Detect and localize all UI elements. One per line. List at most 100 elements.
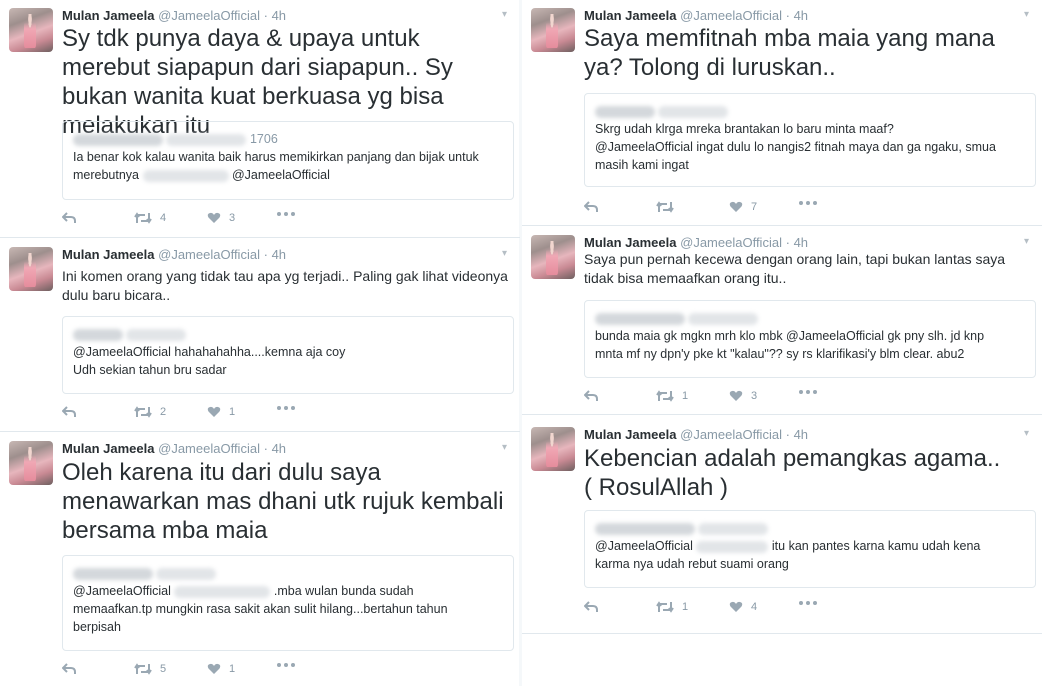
tweet-header: Mulan Jameela @JameelaOfficial · 4h (62, 247, 286, 262)
quoted-tweet[interactable]: @JameelaOfficial hahahahahha....kemna aj… (62, 316, 514, 394)
timestamp[interactable]: 4h (794, 8, 808, 23)
like-button[interactable]: 3 (729, 390, 757, 402)
author-handle[interactable]: @JameelaOfficial (158, 247, 260, 262)
tweet-text: Ini komen orang yang tidak tau apa yg te… (62, 268, 508, 303)
quoted-text: memaafkan.tp mungkin rasa sakit akan sul… (73, 602, 448, 616)
quoted-tweet[interactable]: @JameelaOfficial .mba wulan bunda sudah … (62, 555, 514, 651)
retweet-button[interactable]: 1 (656, 601, 688, 613)
tweet[interactable]: Mulan Jameela @JameelaOfficial · 4h ▾ Sa… (522, 227, 1042, 415)
author-handle[interactable]: @JameelaOfficial (680, 8, 782, 23)
more-button[interactable] (277, 663, 295, 667)
retweet-count: 1 (682, 601, 689, 613)
quoted-mention[interactable]: @JameelaOfficial (73, 584, 171, 598)
quoted-header: 1706 (73, 130, 503, 148)
author-handle[interactable]: @JameelaOfficial (158, 441, 260, 456)
reply-button[interactable] (584, 601, 598, 613)
timestamp[interactable]: 4h (794, 427, 808, 442)
more-button[interactable] (277, 212, 295, 216)
tweet[interactable]: Mulan Jameela @JameelaOfficial · 4h ▾ In… (0, 239, 520, 432)
reply-button[interactable] (62, 663, 76, 675)
avatar[interactable] (531, 235, 575, 279)
more-button[interactable] (799, 601, 817, 605)
reply-button[interactable] (584, 201, 598, 213)
author-name[interactable]: Mulan Jameela (584, 8, 677, 23)
blurred-name (73, 133, 163, 146)
caret-icon[interactable]: ▾ (502, 10, 512, 20)
like-button[interactable]: 1 (207, 406, 235, 418)
retweet-button[interactable]: 4 (134, 212, 166, 224)
like-button[interactable]: 3 (207, 212, 235, 224)
retweet-count: 1 (682, 390, 689, 402)
like-button[interactable]: 1 (207, 663, 235, 675)
tweet[interactable]: Mulan Jameela @JameelaOfficial · 4h ▾ Sy… (0, 0, 520, 238)
retweet-button[interactable]: 1 (656, 390, 688, 402)
quoted-mention[interactable]: @JameelaOfficial (232, 168, 330, 182)
quoted-tweet[interactable]: @JameelaOfficial itu kan pantes karna ka… (584, 510, 1036, 588)
heart-icon (207, 406, 221, 417)
author-name[interactable]: Mulan Jameela (584, 235, 677, 250)
retweet-button[interactable]: 2 (134, 406, 166, 418)
more-icon (799, 601, 817, 605)
retweet-button[interactable]: 5 (134, 663, 166, 675)
quoted-tweet[interactable]: bunda maia gk mgkn mrh klo mbk @JameelaO… (584, 300, 1036, 378)
quoted-mention[interactable]: @JameelaOfficial (595, 539, 693, 553)
like-button[interactable]: 4 (729, 601, 757, 613)
avatar[interactable] (531, 427, 575, 471)
blurred-name (73, 328, 123, 341)
more-button[interactable] (799, 390, 817, 394)
like-button[interactable]: 7 (729, 201, 757, 213)
timestamp[interactable]: 4h (794, 235, 808, 250)
reply-button[interactable] (62, 406, 76, 418)
tweet-actions: 1 4 (584, 601, 1034, 617)
caret-icon[interactable]: ▾ (1024, 429, 1034, 439)
reply-button[interactable] (62, 212, 76, 224)
tweet-actions: 1 3 (584, 390, 1034, 406)
blurred-name (595, 312, 685, 325)
caret-icon[interactable]: ▾ (1024, 237, 1034, 247)
author-name[interactable]: Mulan Jameela (584, 427, 677, 442)
tweet-text: Saya memfitnah mba maia yang mana ya? To… (584, 25, 995, 81)
tweet[interactable]: Mulan Jameela @JameelaOfficial · 4h ▾ Ke… (522, 419, 1042, 634)
timestamp[interactable]: 4h (272, 247, 286, 262)
author-name[interactable]: Mulan Jameela (62, 8, 155, 23)
timestamp[interactable]: 4h (272, 441, 286, 456)
avatar[interactable] (9, 8, 53, 52)
more-icon (277, 212, 295, 216)
author-handle[interactable]: @JameelaOfficial (680, 427, 782, 442)
quoted-text: @JameelaOfficial .mba wulan bunda sudah (73, 582, 503, 600)
quoted-text: Udh sekian tahun bru sadar (73, 363, 227, 377)
retweet-icon (134, 406, 152, 418)
more-button[interactable] (799, 201, 817, 205)
tweet-text: Oleh karena itu dari dulu saya menawarka… (62, 459, 504, 544)
tweet-header: Mulan Jameela @JameelaOfficial · 4h (584, 427, 808, 442)
caret-icon[interactable]: ▾ (1024, 10, 1034, 20)
separator: · (263, 441, 268, 456)
quoted-tweet[interactable]: 1706 Ia benar kok kalau wanita baik haru… (62, 121, 514, 200)
reply-icon (62, 406, 76, 417)
tweet[interactable]: Mulan Jameela @JameelaOfficial · 4h ▾ Sa… (522, 0, 1042, 226)
tweet[interactable]: Mulan Jameela @JameelaOfficial · 4h ▾ Ol… (0, 433, 520, 686)
avatar[interactable] (531, 8, 575, 52)
avatar[interactable] (9, 247, 53, 291)
reply-button[interactable] (584, 390, 598, 402)
author-handle[interactable]: @JameelaOfficial (158, 8, 260, 23)
caret-icon[interactable]: ▾ (502, 443, 512, 453)
author-name[interactable]: Mulan Jameela (62, 441, 155, 456)
author-handle[interactable]: @JameelaOfficial (680, 235, 782, 250)
caret-icon[interactable]: ▾ (502, 249, 512, 259)
timestamp[interactable]: 4h (272, 8, 286, 23)
author-name[interactable]: Mulan Jameela (62, 247, 155, 262)
more-button[interactable] (277, 406, 295, 410)
quoted-header (595, 102, 1025, 120)
retweet-icon (656, 201, 674, 213)
quoted-text: @JameelaOfficial ingat dulu lo nangis2 f… (595, 140, 996, 154)
retweet-button[interactable] (656, 201, 682, 213)
quoted-text: @JameelaOfficial hahahahahha....kemna aj… (73, 345, 346, 359)
tweet-actions: 2 1 (62, 406, 512, 422)
quoted-tweet[interactable]: Skrg udah klrga mreka brantakan lo baru … (584, 93, 1036, 187)
heart-icon (207, 212, 221, 223)
quoted-text: bunda maia gk mgkn mrh klo mbk @JameelaO… (595, 329, 985, 343)
reply-icon (62, 663, 76, 674)
avatar[interactable] (9, 441, 53, 485)
reply-icon (584, 601, 598, 612)
